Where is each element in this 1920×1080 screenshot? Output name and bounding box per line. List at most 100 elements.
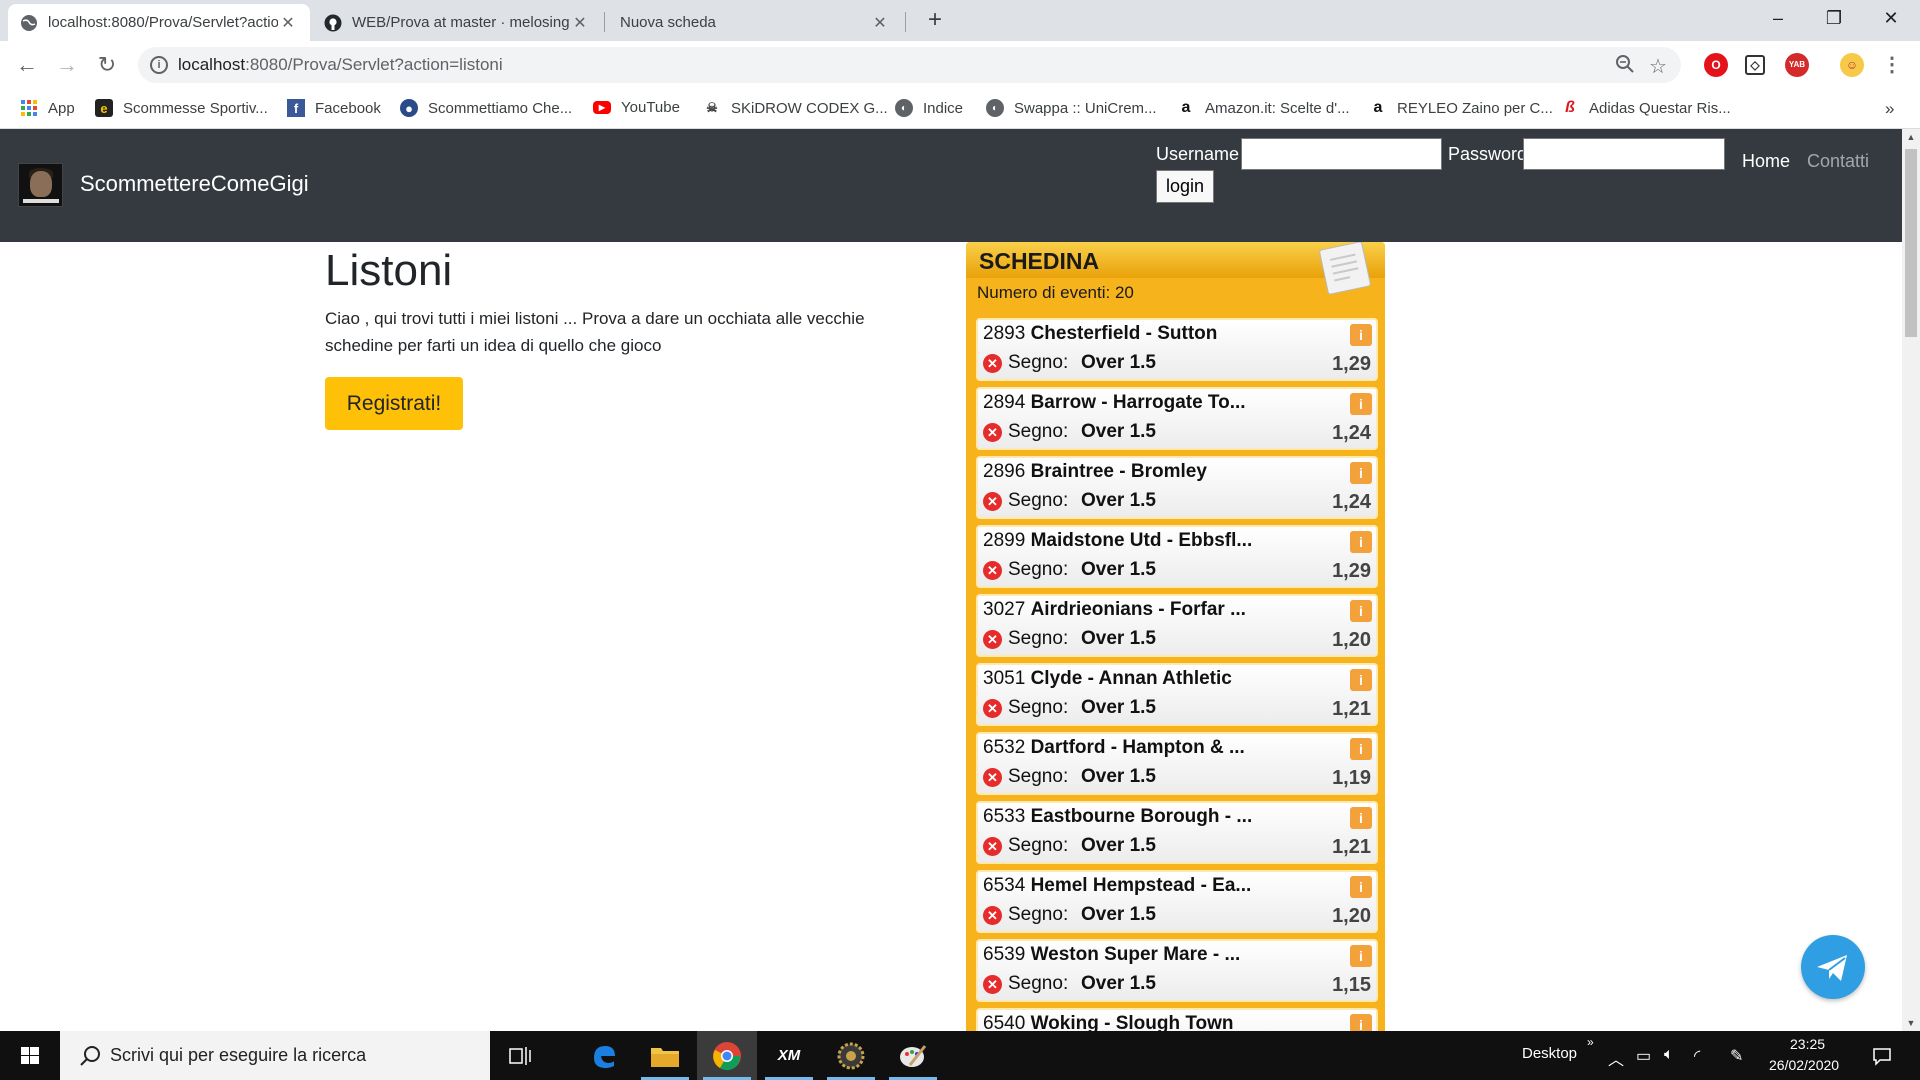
bookmark-scommesse[interactable]: e Scommesse Sportiv... [95,99,268,117]
nav-home-link[interactable]: Home [1742,151,1790,172]
scrollbar-thumb[interactable] [1905,149,1917,337]
remove-bet-icon[interactable]: ✕ [983,423,1002,442]
minimize-button[interactable]: – [1749,0,1807,36]
reload-button[interactable]: ↻ [93,51,121,79]
remove-bet-icon[interactable]: ✕ [983,768,1002,787]
volume-icon[interactable]: 🔈︎ [1664,1046,1674,1064]
bookmarks-overflow-button[interactable]: » [1885,99,1894,119]
bet-info-icon[interactable]: i [1350,669,1372,691]
back-button[interactable]: ← [13,51,41,79]
network-icon[interactable]: ◜ [1694,1046,1700,1066]
tab-close-icon[interactable]: ✕ [278,13,298,33]
remove-bet-icon[interactable]: ✕ [983,699,1002,718]
bet-info-icon[interactable]: i [1350,324,1372,346]
bet-info-icon[interactable]: i [1350,531,1372,553]
tab-nuova-scheda[interactable]: Nuova scheda ✕ [608,4,902,41]
bookmark-app[interactable]: App [20,99,75,117]
bet-match: Eastbourne Borough - ... [1030,806,1253,827]
address-bar[interactable]: i localhost:8080/Prova/Servlet?action=li… [138,47,1681,83]
page-scrollbar[interactable]: ▲ ▼ [1902,129,1920,1031]
clock-time[interactable]: 23:25 [1790,1036,1825,1052]
telegram-button[interactable] [1801,935,1865,999]
chevron-up-icon[interactable]: ︿ [1608,1046,1624,1070]
bookmark-scommettiamo[interactable]: ● Scommettiamo Che... [400,99,572,117]
pen-icon[interactable]: ✎ [1730,1046,1743,1066]
bookmark-swappa[interactable]: ◐ Swappa :: UniCrem... [986,99,1157,117]
address-url[interactable]: localhost:8080/Prova/Servlet?action=list… [178,55,503,75]
bet-segno-label: Segno: [1008,490,1069,511]
bet-code: 2896 [983,461,1026,482]
bet-odds: 1,20 [1332,905,1371,927]
bet-info-icon[interactable]: i [1350,738,1372,760]
tab-separator [604,12,605,32]
start-button[interactable] [0,1031,60,1080]
remove-bet-icon[interactable]: ✕ [983,837,1002,856]
desktop-toolbar-label[interactable]: Desktop [1522,1045,1577,1062]
scroll-up-icon[interactable]: ▲ [1902,129,1920,145]
remove-bet-icon[interactable]: ✕ [983,975,1002,994]
remove-bet-icon[interactable]: ✕ [983,906,1002,925]
bet-info-icon[interactable]: i [1350,462,1372,484]
bookmark-reyleo[interactable]: a REYLEO Zaino per C... [1369,99,1553,117]
bet-info-icon[interactable]: i [1350,1014,1372,1031]
tab-close-icon[interactable]: ✕ [570,13,590,33]
nav-contatti-link[interactable]: Contatti [1807,151,1869,172]
xm-app-icon[interactable]: XM [759,1031,819,1080]
task-view-icon[interactable] [490,1031,550,1080]
bet-info-icon[interactable]: i [1350,807,1372,829]
clock-date[interactable]: 26/02/2020 [1769,1057,1839,1073]
bookmark-star-icon[interactable]: ☆ [1649,54,1667,79]
remove-bet-icon[interactable]: ✕ [983,630,1002,649]
paint-app-icon[interactable] [883,1031,943,1080]
brand-name[interactable]: ScommettereComeGigi [80,171,309,197]
opera-extension-icon[interactable]: O [1704,53,1728,77]
forward-button[interactable]: → [53,51,81,79]
chrome-icon[interactable] [697,1031,757,1080]
tab-github[interactable]: WEB/Prova at master · melosingh ✕ [312,4,602,41]
remove-bet-icon[interactable]: ✕ [983,561,1002,580]
remove-bet-icon[interactable]: ✕ [983,354,1002,373]
chevron-right-icon[interactable]: » [1587,1035,1594,1049]
bet-info-icon[interactable]: i [1350,393,1372,415]
taskbar-search[interactable]: Scrivi qui per eseguire la ricerca [60,1031,490,1080]
register-button[interactable]: Registrati! [325,377,463,430]
profile-avatar-icon[interactable]: ☺ [1840,53,1864,77]
bookmark-facebook[interactable]: f Facebook [287,99,381,117]
site-info-icon[interactable]: i [150,56,168,74]
login-button[interactable]: login [1156,170,1214,203]
tab-close-icon[interactable]: ✕ [870,13,890,33]
bet-segno-value: Over 1.5 [1081,904,1156,925]
yab-extension-icon[interactable]: YAB [1785,53,1809,77]
scroll-down-icon[interactable]: ▼ [1902,1015,1920,1031]
cube-extension-icon[interactable]: ◇ [1745,55,1765,75]
tab-title: localhost:8080/Prova/Servlet?action=list… [48,14,278,31]
bookmark-indice[interactable]: ◐ Indice [895,99,963,117]
password-input[interactable] [1523,138,1725,170]
menu-kebab-icon[interactable]: ⋮ [1880,53,1904,77]
bookmark-skidrow[interactable]: ☠ SKiDROW CODEX G... [703,99,888,117]
bookmarks-bar: App e Scommesse Sportiv... f Facebook ● … [0,89,1920,129]
bookmark-youtube[interactable]: ▶ YouTube [593,99,680,116]
new-tab-button[interactable]: + [920,6,950,36]
game-app-icon[interactable] [821,1031,881,1080]
remove-bet-icon[interactable]: ✕ [983,492,1002,511]
tab-listoni[interactable]: localhost:8080/Prova/Servlet?action=list… [8,4,310,41]
bet-segno-value: Over 1.5 [1081,835,1156,856]
edge-icon[interactable] [574,1031,634,1080]
username-input[interactable] [1241,138,1442,170]
notification-icon[interactable] [1872,1046,1892,1071]
bet-match: Braintree - Bromley [1030,461,1207,482]
file-explorer-icon[interactable] [635,1031,695,1080]
close-window-button[interactable]: ✕ [1862,0,1920,36]
battery-icon[interactable]: ▭ [1636,1046,1651,1066]
bet-info-icon[interactable]: i [1350,945,1372,967]
bookmark-amazon[interactable]: a Amazon.it: Scelte d'... [1177,99,1350,117]
bet-row: 3051 Clyde - Annan Athletic i ✕ Segno: Over … [976,663,1378,726]
bet-info-icon[interactable]: i [1350,876,1372,898]
bet-code: 3051 [983,668,1026,689]
bet-info-icon[interactable]: i [1350,600,1372,622]
maximize-button[interactable]: ❐ [1805,0,1863,36]
zoom-icon[interactable] [1615,54,1635,80]
brand-logo[interactable] [18,163,63,207]
bookmark-adidas[interactable]: ß Adidas Questar Ris... [1561,99,1731,117]
